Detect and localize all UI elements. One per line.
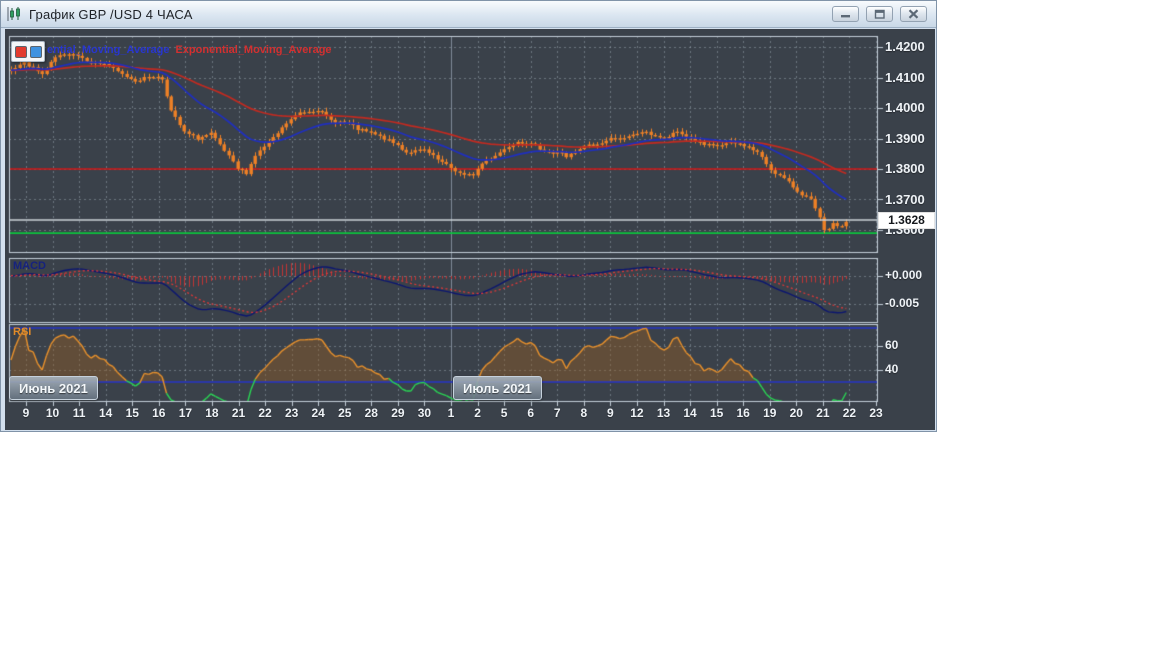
month-button-july[interactable]: Июль 2021 bbox=[453, 376, 542, 400]
x-axis-label: 14 bbox=[678, 406, 702, 420]
chart-canvas[interactable] bbox=[5, 29, 935, 430]
x-axis-label: 21 bbox=[227, 406, 251, 420]
x-axis-label: 5 bbox=[492, 406, 516, 420]
x-axis-label: 11 bbox=[67, 406, 91, 420]
x-axis-label: 9 bbox=[14, 406, 38, 420]
rsi-axis-label: 40 bbox=[885, 362, 898, 376]
price-axis-label: 1.4100 bbox=[885, 70, 925, 85]
x-axis-label: 22 bbox=[253, 406, 277, 420]
macd-axis-label: -0.005 bbox=[885, 296, 919, 310]
x-axis-label: 24 bbox=[306, 406, 330, 420]
window-title: График GBP /USD 4 ЧАСА bbox=[29, 7, 193, 22]
ema-blue-label: ential_Moving_Average bbox=[47, 44, 169, 56]
close-icon bbox=[908, 9, 919, 19]
x-axis-label: 2 bbox=[466, 406, 490, 420]
price-axis-label: 1.3800 bbox=[885, 161, 925, 176]
price-axis-label: 1.4000 bbox=[885, 100, 925, 115]
x-axis-label: 30 bbox=[412, 406, 436, 420]
x-axis-label: 14 bbox=[94, 406, 118, 420]
x-axis-label: 23 bbox=[280, 406, 304, 420]
x-axis-label: 15 bbox=[705, 406, 729, 420]
x-axis-label: 13 bbox=[652, 406, 676, 420]
ema-red-label: Exponential_Moving_Average bbox=[175, 44, 331, 56]
x-axis-label: 20 bbox=[784, 406, 808, 420]
x-axis-label: 18 bbox=[200, 406, 224, 420]
candlestick-chart-icon bbox=[7, 6, 23, 22]
legend-red-swatch bbox=[15, 46, 27, 58]
x-axis-label: 10 bbox=[41, 406, 65, 420]
x-axis-label: 6 bbox=[519, 406, 543, 420]
x-axis-label: 7 bbox=[545, 406, 569, 420]
current-price-tag: 1.3628 bbox=[878, 212, 935, 229]
x-axis-label: 23 bbox=[864, 406, 888, 420]
x-axis-label: 25 bbox=[333, 406, 357, 420]
maximize-button[interactable] bbox=[866, 6, 893, 22]
x-axis-label: 15 bbox=[120, 406, 144, 420]
macd-panel-label: MACD bbox=[13, 260, 46, 272]
x-axis-label: 17 bbox=[173, 406, 197, 420]
x-axis-label: 21 bbox=[811, 406, 835, 420]
price-axis-label: 1.3900 bbox=[885, 131, 925, 146]
x-axis-label: 12 bbox=[625, 406, 649, 420]
restore-icon bbox=[874, 9, 886, 20]
price-axis-label: 1.3700 bbox=[885, 192, 925, 207]
x-axis-label: 8 bbox=[572, 406, 596, 420]
x-axis-label: 16 bbox=[147, 406, 171, 420]
x-axis-label: 1 bbox=[439, 406, 463, 420]
ema-legend: ential_Moving_Average Exponential_Moving… bbox=[11, 41, 332, 62]
x-axis-label: 28 bbox=[359, 406, 383, 420]
macd-axis-label: +0.000 bbox=[885, 268, 922, 282]
chart-window: График GBP /USD 4 ЧАСА ential_Movi bbox=[0, 0, 937, 432]
x-axis-label: 19 bbox=[758, 406, 782, 420]
month-button-june[interactable]: Июнь 2021 bbox=[9, 376, 98, 400]
x-axis-label: 29 bbox=[386, 406, 410, 420]
rsi-panel-label: RSI bbox=[13, 326, 31, 338]
x-axis-label: 22 bbox=[837, 406, 861, 420]
legend-blue-swatch bbox=[30, 46, 42, 58]
rsi-axis-label: 60 bbox=[885, 338, 898, 352]
price-axis-label: 1.4200 bbox=[885, 39, 925, 54]
x-axis-label: 9 bbox=[598, 406, 622, 420]
minimize-icon bbox=[840, 9, 852, 19]
legend-color-box[interactable] bbox=[11, 41, 45, 62]
minimize-button[interactable] bbox=[832, 6, 859, 22]
x-axis-label: 16 bbox=[731, 406, 755, 420]
close-button[interactable] bbox=[900, 6, 927, 22]
title-bar[interactable]: График GBP /USD 4 ЧАСА bbox=[1, 1, 936, 28]
